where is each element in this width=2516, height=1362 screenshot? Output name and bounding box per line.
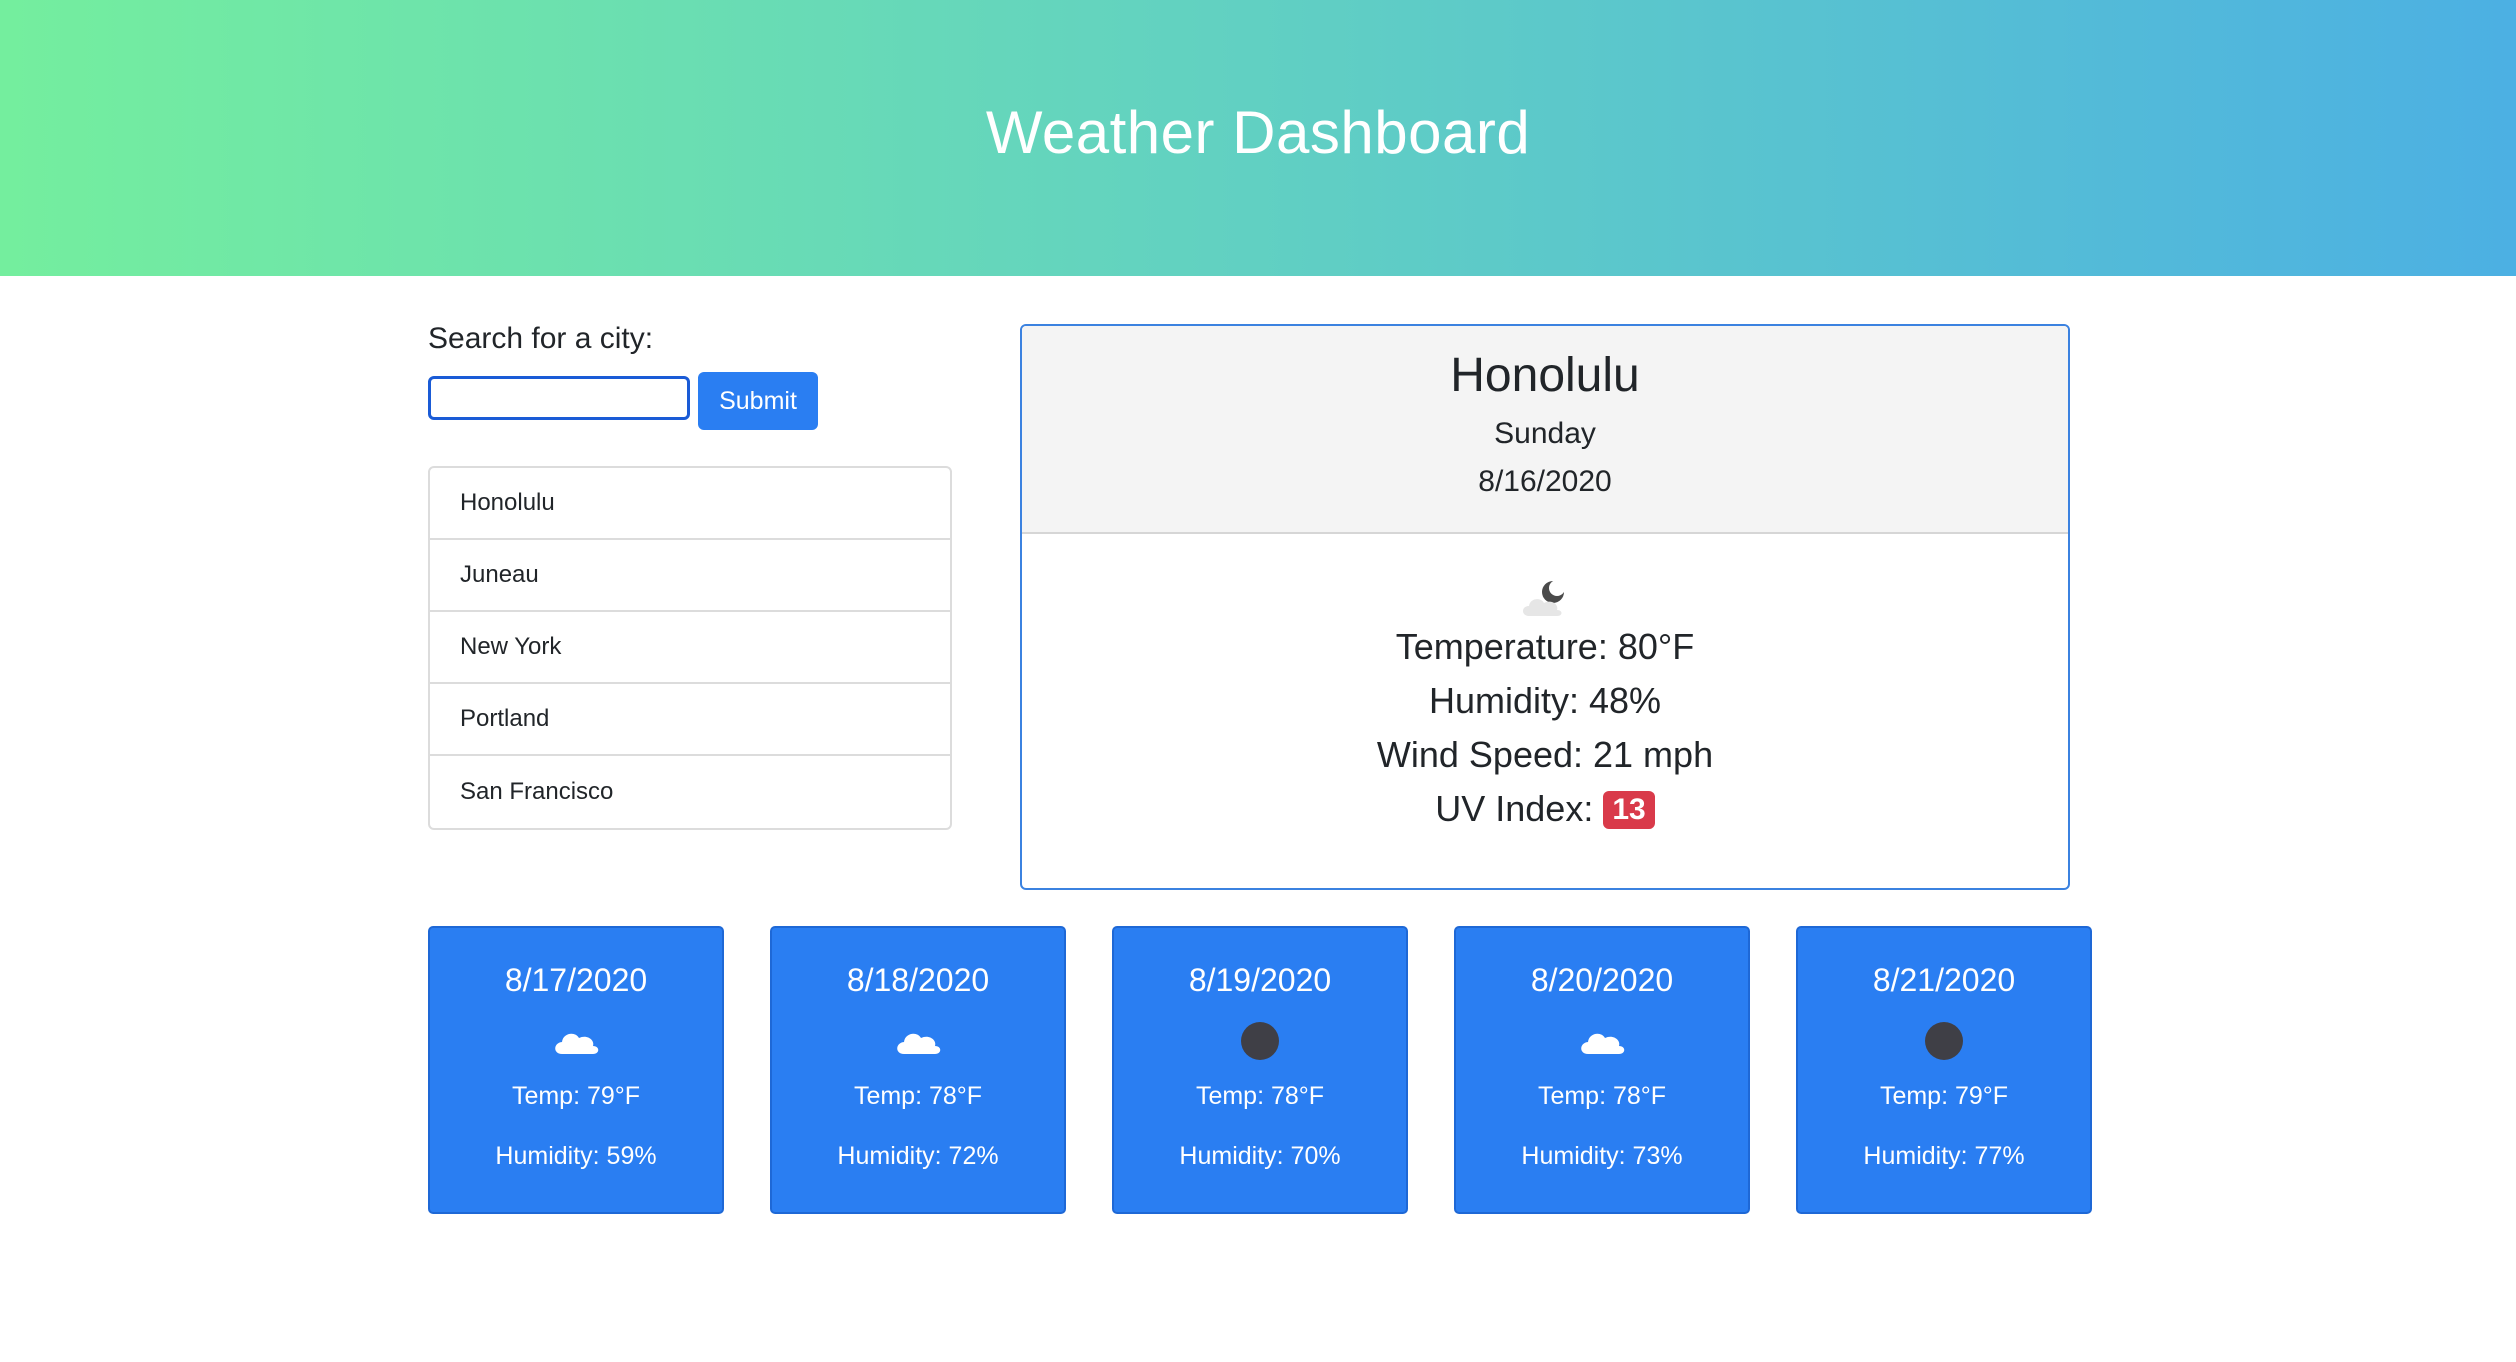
submit-button[interactable]: Submit xyxy=(698,372,818,430)
current-weather-card: Honolulu Sunday 8/16/2020 Temperature: 8… xyxy=(1020,324,2070,890)
uv-index-badge: 13 xyxy=(1603,791,1655,829)
page-title: Weather Dashboard xyxy=(985,98,1531,166)
current-temperature: Temperature: 80°F xyxy=(1395,626,1695,667)
forecast-humidity: Humidity: 70% xyxy=(1179,1142,1341,1170)
forecast-card: 8/21/2020 Temp: 79°F Humidity: 77% xyxy=(1796,926,2092,1214)
current-humidity: Humidity: 48% xyxy=(1428,680,1662,721)
forecast-date: 8/18/2020 xyxy=(846,962,990,998)
cloud-icon xyxy=(1581,1033,1625,1054)
current-weather-body: Temperature: 80°F Humidity: 48% Wind Spe… xyxy=(1022,534,2068,836)
history-item-san-francisco[interactable]: San Francisco xyxy=(430,756,950,828)
forecast-card: 8/20/2020 Temp: 78°F Humidity: 73% xyxy=(1454,926,1750,1214)
forecast-temp: Temp: 79°F xyxy=(511,1082,641,1110)
cloud-icon xyxy=(897,1033,941,1054)
current-day: Sunday xyxy=(1494,417,1596,450)
clear-night-icon xyxy=(1925,1022,1963,1060)
history-item-honolulu[interactable]: Honolulu xyxy=(430,468,950,540)
forecast-temp: Temp: 79°F xyxy=(1879,1082,2009,1110)
current-uv-index: UV Index: 13 xyxy=(1022,782,2068,836)
search-label: Search for a city: xyxy=(428,322,654,355)
forecast-date: 8/20/2020 xyxy=(1530,962,1674,998)
history-item-portland[interactable]: Portland xyxy=(430,684,950,756)
forecast-humidity: Humidity: 77% xyxy=(1863,1142,2025,1170)
history-item-new-york[interactable]: New York xyxy=(430,612,950,684)
search-history-list: Honolulu Juneau New York Portland San Fr… xyxy=(428,466,952,830)
current-wind-speed: Wind Speed: 21 mph xyxy=(1376,734,1714,775)
forecast-temp: Temp: 78°F xyxy=(853,1082,983,1110)
clear-night-icon xyxy=(1241,1022,1279,1060)
forecast-humidity: Humidity: 73% xyxy=(1521,1142,1683,1170)
current-weather-header: Honolulu Sunday 8/16/2020 xyxy=(1022,326,2068,534)
uv-index-label: UV Index: xyxy=(1435,788,1594,829)
forecast-humidity: Humidity: 72% xyxy=(837,1142,999,1170)
history-item-juneau[interactable]: Juneau xyxy=(430,540,950,612)
city-search-input[interactable] xyxy=(428,376,690,420)
forecast-date: 8/21/2020 xyxy=(1872,962,2016,998)
forecast-date: 8/19/2020 xyxy=(1188,962,1332,998)
current-date: 8/16/2020 xyxy=(1478,465,1612,498)
forecast-card: 8/18/2020 Temp: 78°F Humidity: 72% xyxy=(770,926,1066,1214)
forecast-humidity: Humidity: 59% xyxy=(495,1142,657,1170)
partly-cloudy-night-icon xyxy=(1523,580,1565,616)
forecast-temp: Temp: 78°F xyxy=(1537,1082,1667,1110)
forecast-date: 8/17/2020 xyxy=(504,962,648,998)
forecast-card: 8/19/2020 Temp: 78°F Humidity: 70% xyxy=(1112,926,1408,1214)
current-city-name: Honolulu xyxy=(1450,349,1640,402)
forecast-card: 8/17/2020 Temp: 79°F Humidity: 59% xyxy=(428,926,724,1214)
forecast-temp: Temp: 78°F xyxy=(1195,1082,1325,1110)
page-header: Weather Dashboard xyxy=(0,0,2516,276)
cloud-icon xyxy=(555,1033,599,1054)
